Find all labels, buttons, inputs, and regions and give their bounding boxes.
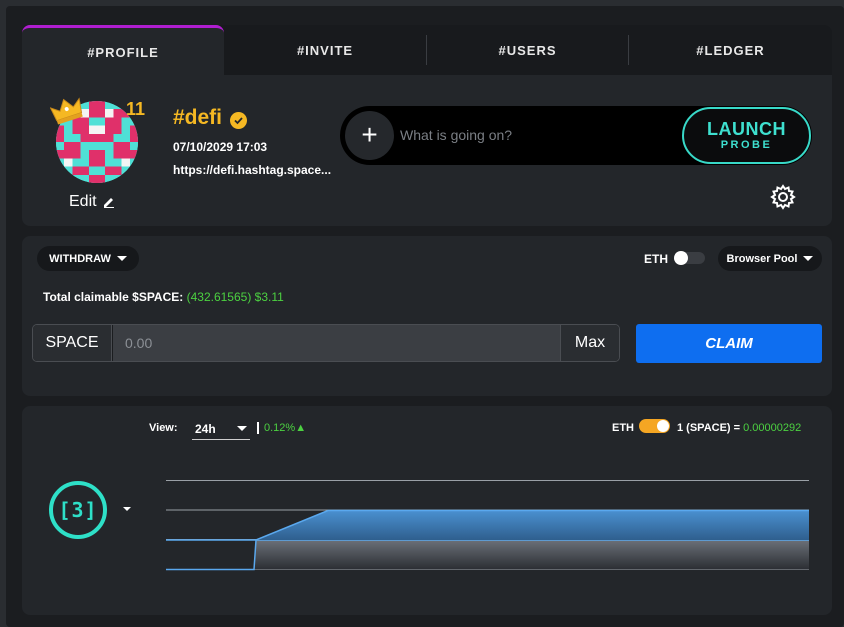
level-badge: 11 (126, 99, 146, 119)
amount-input-group: SPACE Max (32, 324, 620, 362)
withdraw-dropdown[interactable]: WITHDRAW (37, 246, 139, 271)
claimable-label: Total claimable $SPACE: (43, 290, 184, 304)
tab-ledger[interactable]: #LEDGER (629, 25, 832, 75)
add-media-button[interactable]: + (345, 111, 394, 160)
chevron-down-icon (237, 426, 247, 431)
profile-date: 07/10/2029 17:03 (173, 140, 268, 154)
chevron-down-icon (803, 256, 814, 261)
rate-value: 0.00000292 (743, 422, 802, 434)
toggle-knob (674, 251, 688, 265)
claimable-usd: $3.11 (254, 290, 284, 304)
post-input[interactable] (400, 120, 670, 150)
claimable-amount: (432.61565) (186, 290, 252, 304)
series-area-1 (166, 510, 809, 540)
claim-button[interactable]: CLAIM (636, 324, 822, 363)
eth-toggle-label: ETH (644, 252, 668, 266)
toggle-knob (657, 420, 669, 432)
username: #defi (173, 106, 223, 129)
max-button[interactable]: Max (560, 325, 619, 361)
view-range-value: 24h (195, 421, 216, 436)
edit-label: Edit (69, 193, 97, 210)
launch-probe-button[interactable]: LAUNCH PROBE (682, 107, 811, 164)
chart-series (166, 509, 809, 571)
gear-icon[interactable] (770, 184, 796, 210)
claimable-summary: Total claimable $SPACE: (432.61565) $3.1… (43, 290, 284, 304)
price-change: 0.12%▲ (264, 422, 307, 434)
edit-profile-link[interactable]: Edit (69, 193, 115, 211)
eth-toggle-label: ETH (612, 422, 634, 434)
pencil-icon (103, 198, 114, 208)
pool-label: Browser Pool (726, 252, 798, 265)
amount-input[interactable] (113, 325, 560, 361)
currency-addon: SPACE (33, 325, 112, 361)
eth-price-toggle[interactable] (639, 419, 670, 433)
verified-check-icon (230, 112, 247, 129)
separator (257, 422, 259, 434)
launch-sub-label: PROBE (720, 138, 773, 151)
profile-card: 11 Edit #defi 07/10/2029 17:03 https://d… (22, 75, 832, 226)
crown-icon (50, 97, 83, 125)
tab-users[interactable]: #USERS (427, 25, 628, 75)
series-area-0 (166, 540, 809, 570)
eth-toggle[interactable] (674, 251, 705, 265)
view-label: View: (149, 422, 178, 434)
chevron-down-icon (116, 256, 127, 261)
profile-url[interactable]: https://defi.hashtag.space... (173, 163, 343, 177)
chevron-down-icon[interactable] (123, 507, 131, 511)
price-chart (166, 480, 809, 571)
tab-bar: #PROFILE #INVITE #USERS #LEDGER (22, 25, 832, 75)
claim-card: WITHDRAW ETH Browser Pool Total claimabl… (22, 236, 832, 396)
rate-label: 1 (SPACE) = (677, 422, 741, 434)
pool-dropdown[interactable]: Browser Pool (718, 246, 822, 271)
launch-main-label: LAUNCH (707, 118, 786, 139)
price-chart-card: View: 24h 0.12%▲ ETH 1 (SPACE) = 0.00000… (22, 406, 832, 615)
tab-profile[interactable]: #PROFILE (22, 25, 224, 75)
tab-invite[interactable]: #INVITE (224, 25, 426, 75)
post-composer: + LAUNCH PROBE (340, 106, 812, 165)
exchange-rate: 1 (SPACE) = 0.00000292 (677, 422, 801, 434)
withdraw-label: WITHDRAW (49, 252, 111, 265)
rank-badge[interactable]: [3] (49, 481, 107, 539)
view-range-select[interactable]: 24h (192, 418, 250, 440)
